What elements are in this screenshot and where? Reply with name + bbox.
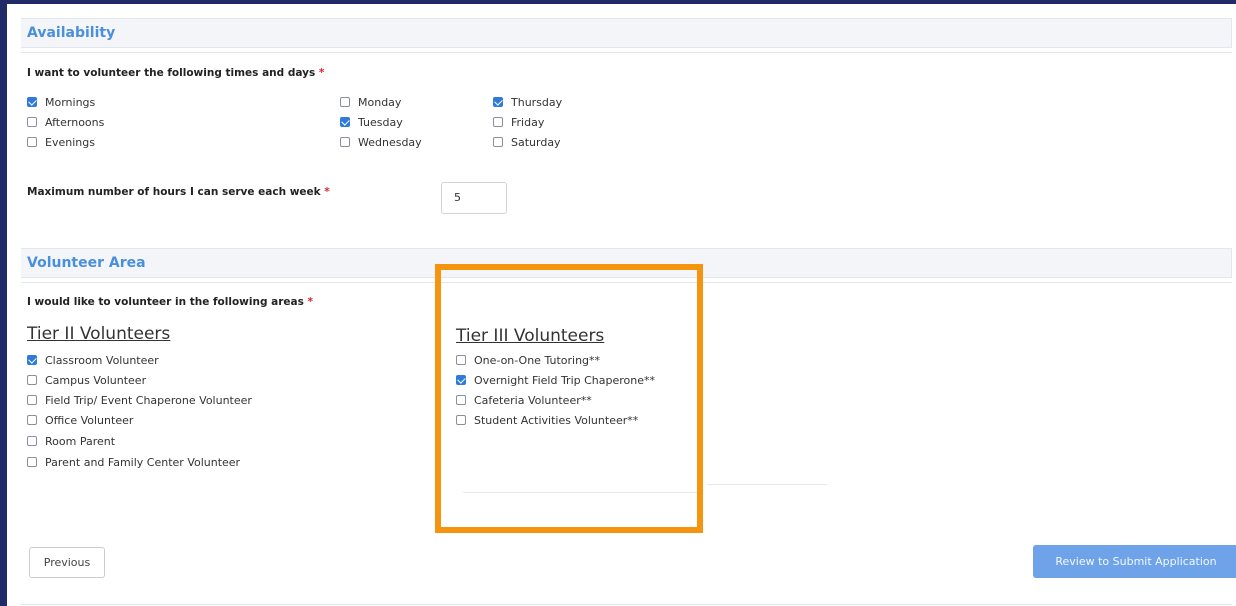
checkbox-parent-family-center[interactable]: Parent and Family Center Volunteer [27,455,240,469]
checkbox-unchecked-icon[interactable] [27,436,37,446]
checkbox-saturday[interactable]: Saturday [493,135,561,149]
hours-question-label: Maximum number of hours I can serve each… [27,186,330,198]
volunteer-area-header-title: Volunteer Area [27,255,146,271]
availability-section-header: Availability [21,18,1232,48]
max-hours-value: 5 [454,191,461,204]
checkbox-evenings[interactable]: Evenings [27,135,95,149]
checkbox-checked-icon[interactable] [27,355,37,365]
checkbox-tuesday[interactable]: Tuesday [340,115,403,129]
checkbox-unchecked-icon[interactable] [27,375,37,385]
checkbox-classroom-volunteer[interactable]: Classroom Volunteer [27,353,159,367]
checkbox-label: Parent and Family Center Volunteer [45,455,241,469]
checkbox-label: Campus Volunteer [45,373,147,387]
areas-question-text: I would like to volunteer in the followi… [27,296,304,308]
checkbox-unchecked-icon[interactable] [340,137,350,147]
checkbox-mornings[interactable]: Mornings [27,95,95,109]
required-asterisk: * [307,296,314,308]
checkbox-unchecked-icon[interactable] [493,117,503,127]
checkbox-label: Thursday [511,95,563,109]
checkbox-label: Office Volunteer [45,413,134,427]
checkbox-checked-icon[interactable] [340,117,350,127]
checkbox-thursday[interactable]: Thursday [493,95,562,109]
checkbox-room-parent[interactable]: Room Parent [27,434,115,448]
checkbox-wednesday[interactable]: Wednesday [340,135,422,149]
checkbox-unchecked-icon[interactable] [27,117,37,127]
checkbox-label: Monday [358,95,402,109]
checkbox-checked-icon[interactable] [493,97,503,107]
checkbox-label: Room Parent [45,434,116,448]
availability-divider [21,52,1232,53]
checkbox-unchecked-icon[interactable] [27,137,37,147]
checkbox-unchecked-icon[interactable] [27,395,37,405]
checkbox-label: Tuesday [358,115,403,129]
faint-divider [707,484,827,485]
checkbox-label: Friday [511,115,545,129]
previous-button[interactable]: Previous [29,547,105,578]
checkbox-label: Wednesday [358,135,422,149]
bottom-divider [21,604,1232,605]
times-question-text: I want to volunteer the following times … [27,67,316,79]
page-frame: Availability I want to volunteer the fol… [0,0,1236,606]
checkbox-monday[interactable]: Monday [340,95,401,109]
checkbox-unchecked-icon[interactable] [27,415,37,425]
checkbox-unchecked-icon[interactable] [493,137,503,147]
checkbox-office-volunteer[interactable]: Office Volunteer [27,413,133,427]
checkbox-checked-icon[interactable] [27,97,37,107]
checkbox-label: Field Trip/ Event Chaperone Volunteer [45,393,252,407]
tier2-title: Tier II Volunteers [27,324,171,344]
checkbox-friday[interactable]: Friday [493,115,544,129]
checkbox-field-trip-event-chaperone[interactable]: Field Trip/ Event Chaperone Volunteer [27,393,252,407]
checkbox-unchecked-icon[interactable] [340,97,350,107]
review-submit-button[interactable]: Review to Submit Application [1033,545,1236,578]
times-question-label: I want to volunteer the following times … [27,67,324,79]
checkbox-label: Afternoons [45,115,105,129]
checkbox-afternoons[interactable]: Afternoons [27,115,104,129]
areas-question-label: I would like to volunteer in the followi… [27,296,313,308]
checkbox-campus-volunteer[interactable]: Campus Volunteer [27,373,146,387]
hours-question-text: Maximum number of hours I can serve each… [27,186,321,198]
tier3-highlight-box [435,264,703,533]
required-asterisk: * [324,186,330,198]
max-hours-input[interactable]: 5 [441,182,507,214]
checkbox-label: Classroom Volunteer [45,353,159,367]
checkbox-label: Saturday [511,135,561,149]
checkbox-unchecked-icon[interactable] [27,457,37,467]
checkbox-label: Evenings [45,135,95,149]
availability-header-title: Availability [27,25,116,41]
checkbox-label: Mornings [45,95,96,109]
required-asterisk: * [318,67,325,79]
